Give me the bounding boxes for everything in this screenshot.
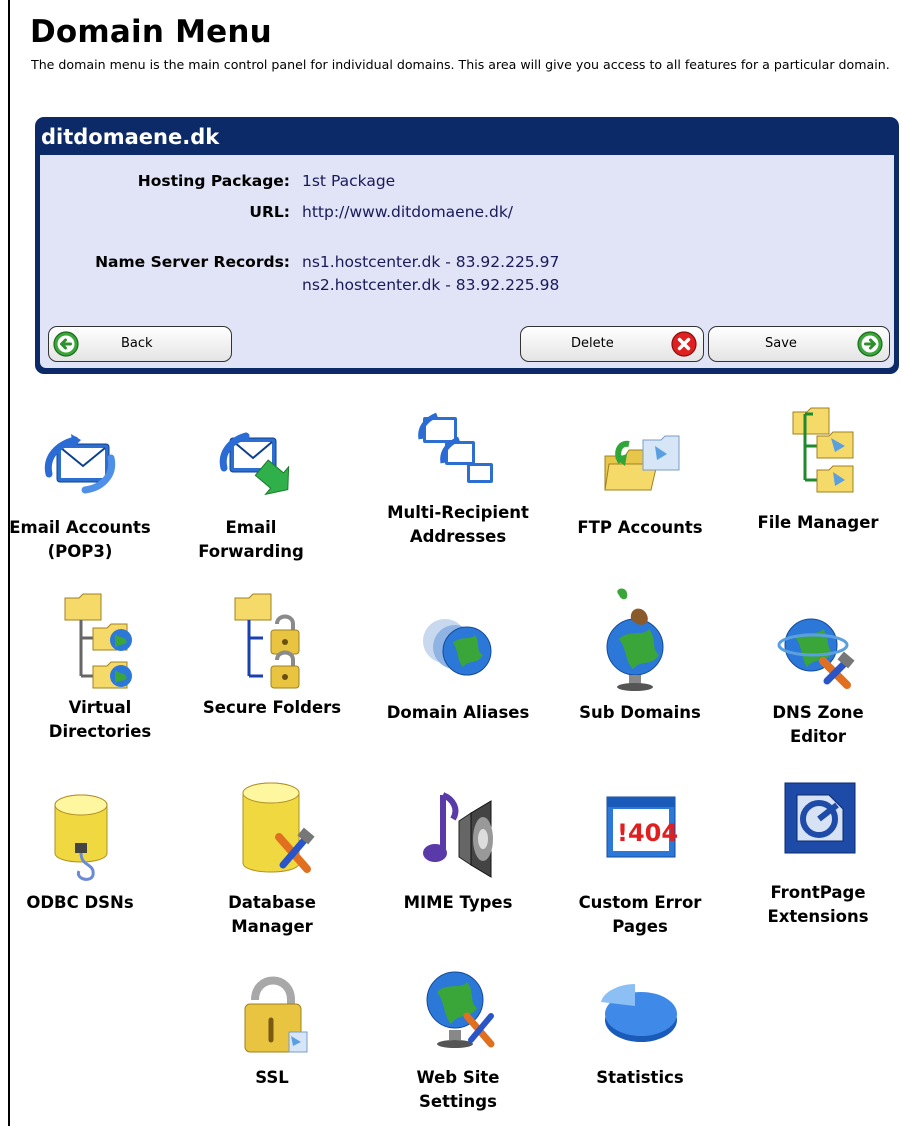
url-label: URL: — [249, 203, 290, 221]
file-manager-icon — [792, 407, 854, 493]
ssl-lock-icon — [244, 976, 308, 1053]
feature-label: File Manager — [757, 513, 879, 532]
database-manager-link[interactable]: Database Manager — [192, 775, 352, 939]
website-settings-icon — [426, 971, 495, 1048]
feature-label: Domain Aliases — [386, 703, 530, 722]
feature-label: Custom Error Pages — [578, 893, 702, 936]
feature-label: Virtual Directories — [48, 698, 152, 741]
custom-error-pages-link[interactable]: !404 Custom Error Pages — [560, 785, 720, 939]
back-button[interactable]: Back — [48, 326, 232, 362]
sub-domains-link[interactable]: Sub Domains — [560, 585, 720, 725]
nameserver-2: ns2.hostcenter.dk - 83.92.225.98 — [302, 276, 560, 294]
odbc-dsns-link[interactable]: ODBC DSNs — [0, 785, 160, 915]
virtual-directories-icon — [64, 593, 132, 689]
save-label: Save — [765, 336, 797, 351]
frontpage-icon — [784, 782, 856, 854]
feature-label: DNS Zone Editor — [772, 703, 864, 746]
feature-label: Statistics — [596, 1068, 684, 1087]
hosting-package-label: Hosting Package: — [137, 172, 290, 190]
error-icon-text: !404 — [617, 819, 678, 847]
nameservers-label: Name Server Records: — [95, 253, 290, 271]
virtual-directories-link[interactable]: Virtual Directories — [20, 590, 180, 744]
domain-aliases-icon — [423, 619, 492, 676]
url-value[interactable]: http://www.ditdomaene.dk/ — [302, 203, 513, 221]
feature-label: Email Forwarding — [198, 518, 304, 561]
feature-label: FTP Accounts — [577, 518, 703, 537]
frontpage-extensions-link[interactable]: FrontPage Extensions — [738, 775, 898, 929]
ftp-folder-icon — [604, 435, 680, 491]
feature-label: Email Accounts (POP3) — [9, 518, 151, 561]
hosting-package-value: 1st Package — [302, 172, 396, 190]
page-description: The domain menu is the main control pane… — [31, 57, 890, 72]
feature-label: Web Site Settings — [416, 1068, 500, 1111]
domain-name-heading: ditdomaene.dk — [41, 125, 220, 149]
domain-info-body: Hosting Package: 1st Package URL: http:/… — [40, 155, 894, 368]
feature-label: Secure Folders — [202, 698, 342, 717]
page-title: Domain Menu — [30, 14, 272, 50]
dns-zone-editor-link[interactable]: DNS Zone Editor — [738, 605, 898, 749]
back-arrow-icon — [53, 331, 79, 357]
feature-label: Multi-Recipient Addresses — [387, 503, 529, 546]
ssl-link[interactable]: SSL — [192, 960, 352, 1090]
nameserver-1: ns1.hostcenter.dk - 83.92.225.97 — [302, 253, 560, 271]
mime-types-icon — [423, 792, 493, 878]
database-manager-icon — [242, 782, 315, 873]
delete-button[interactable]: Delete — [520, 326, 704, 362]
domain-aliases-link[interactable]: Domain Aliases — [378, 605, 538, 725]
multi-recipient-link[interactable]: Multi-Recipient Addresses — [378, 405, 538, 549]
feature-label: MIME Types — [403, 893, 513, 912]
custom-error-icon: !404 — [606, 796, 678, 858]
statistics-link[interactable]: Statistics — [560, 960, 720, 1090]
delete-label: Delete — [571, 336, 614, 351]
feature-label: Sub Domains — [579, 703, 701, 722]
delete-x-icon — [671, 331, 697, 357]
website-settings-link[interactable]: Web Site Settings — [378, 960, 538, 1114]
feature-label: ODBC DSNs — [26, 893, 134, 912]
feature-label: Database Manager — [228, 893, 316, 936]
ftp-accounts-link[interactable]: FTP Accounts — [560, 420, 720, 540]
odbc-icon — [54, 794, 108, 881]
feature-label: FrontPage Extensions — [767, 883, 869, 926]
email-forwarding-icon — [219, 432, 290, 496]
email-accounts-link[interactable]: Email Accounts (POP3) — [0, 420, 160, 564]
save-arrow-icon — [857, 331, 883, 357]
mime-types-link[interactable]: MIME Types — [378, 785, 538, 915]
multi-recipient-icon — [418, 412, 493, 483]
secure-folders-link[interactable]: Secure Folders — [192, 590, 352, 720]
email-accounts-icon — [44, 434, 116, 494]
back-label: Back — [121, 336, 153, 351]
feature-label: SSL — [255, 1068, 289, 1087]
save-button[interactable]: Save — [708, 326, 890, 362]
email-forwarding-link[interactable]: Email Forwarding — [171, 420, 331, 564]
file-manager-link[interactable]: File Manager — [738, 400, 898, 535]
dns-zone-icon — [777, 618, 855, 689]
sub-domains-icon — [606, 588, 664, 691]
domain-panel: ditdomaene.dk Hosting Package: 1st Packa… — [35, 117, 899, 374]
statistics-icon — [601, 984, 677, 1042]
secure-folders-icon — [234, 593, 300, 689]
